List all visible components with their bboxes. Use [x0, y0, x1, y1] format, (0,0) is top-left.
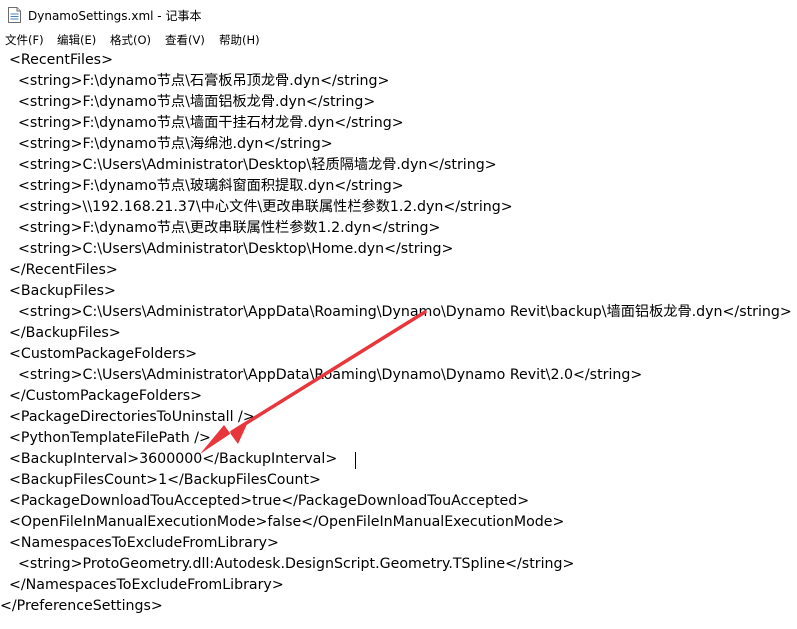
editor-line: <string>F:\dynamo节点\玻璃斜窗面积提取.dyn</string… [0, 178, 404, 194]
editor-line: </RecentFiles> [0, 262, 118, 278]
editor-line: <string>F:\dynamo节点\更改串联属性栏参数1.2.dyn</st… [0, 220, 441, 236]
editor-line: <string>F:\dynamo节点\石膏板吊顶龙骨.dyn</string> [0, 73, 390, 89]
text-editor-area[interactable]: <RecentFiles> <string>F:\dynamo节点\石膏板吊顶龙… [0, 50, 797, 629]
editor-line: </PreferenceSettings> [0, 598, 163, 614]
editor-line: <PackageDirectoriesToUninstall /> [0, 409, 255, 425]
window-title: DynamoSettings.xml - 记事本 [28, 9, 202, 23]
editor-line: <CustomPackageFolders> [0, 346, 198, 362]
editor-line: <string>F:\dynamo节点\墙面铝板龙骨.dyn</string> [0, 94, 376, 110]
menu-bar: 文件(F) 编辑(E) 格式(O) 查看(V) 帮助(H) [0, 30, 797, 50]
text-caret [355, 452, 356, 469]
editor-line: <string>C:\Users\Administrator\AppData\R… [0, 304, 792, 320]
editor-line: <BackupFilesCount>1</BackupFilesCount> [0, 472, 321, 488]
editor-line: <PackageDownloadTouAccepted>true</Packag… [0, 493, 530, 509]
editor-line: <string>C:\Users\Administrator\AppData\R… [0, 367, 643, 383]
notepad-file-icon [8, 7, 21, 23]
editor-line: </CustomPackageFolders> [0, 388, 202, 404]
editor-line: <string>\\192.168.21.37\中心文件\更改串联属性栏参数1.… [0, 199, 513, 215]
menu-view[interactable]: 查看(V) [165, 32, 205, 48]
editor-line: </NamespacesToExcludeFromLibrary> [0, 577, 284, 593]
title-bar: DynamoSettings.xml - 记事本 [0, 0, 797, 30]
menu-file[interactable]: 文件(F) [5, 32, 44, 48]
editor-line: <string>ProtoGeometry.dll:Autodesk.Desig… [0, 556, 575, 572]
editor-line: <RecentFiles> [0, 52, 113, 68]
menu-help[interactable]: 帮助(H) [219, 32, 260, 48]
menu-edit[interactable]: 编辑(E) [57, 32, 96, 48]
editor-line: <OpenFileInManualExecutionMode>false</Op… [0, 514, 565, 530]
editor-line: </BackupFiles> [0, 325, 121, 341]
editor-line: <PythonTemplateFilePath /> [0, 430, 211, 446]
editor-line: <string>C:\Users\Administrator\Desktop\轻… [0, 157, 497, 173]
editor-line: <BackupFiles> [0, 283, 116, 299]
menu-format[interactable]: 格式(O) [110, 32, 151, 48]
editor-line: <BackupInterval>3600000</BackupInterval> [0, 451, 338, 467]
editor-line: <string>C:\Users\Administrator\Desktop\H… [0, 241, 454, 257]
editor-line: <NamespacesToExcludeFromLibrary> [0, 535, 279, 551]
editor-line: <string>F:\dynamo节点\墙面干挂石材龙骨.dyn</string… [0, 115, 404, 131]
editor-line: <string>F:\dynamo节点\海绵池.dyn</string> [0, 136, 333, 152]
